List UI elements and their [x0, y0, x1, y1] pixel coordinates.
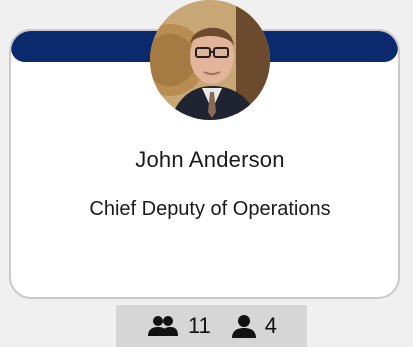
group-count: 11 [187, 313, 211, 338]
person-icon [231, 315, 256, 338]
person-count: 4 [264, 313, 278, 338]
group-stat[interactable]: 11 [136, 313, 221, 339]
group-icon [147, 316, 178, 336]
profile-page: John Anderson Chief Deputy of Operations… [0, 0, 413, 347]
profile-name: John Anderson [135, 147, 285, 172]
profile-title: Chief Deputy of Operations [89, 198, 331, 220]
person-stat[interactable]: 4 [221, 313, 287, 339]
avatar[interactable] [150, 0, 270, 120]
stats-bar: 11 4 [116, 305, 307, 347]
avatar-photo [150, 0, 270, 120]
